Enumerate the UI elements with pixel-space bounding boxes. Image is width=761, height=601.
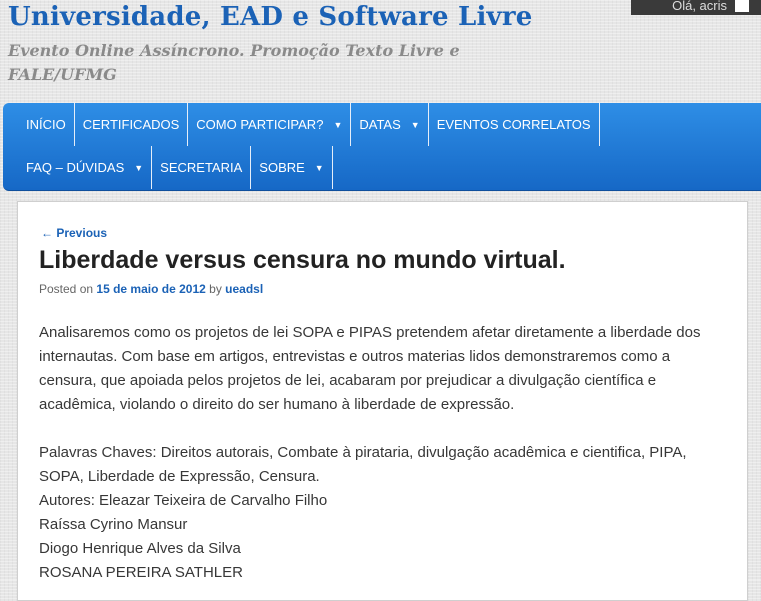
nav-item-label: CERTIFICADOS [82,117,180,132]
nav-item-faq[interactable]: FAQ – DÚVIDAS ▼ [18,146,153,189]
nav-item-label: DATAS [359,117,401,132]
avatar[interactable] [735,0,749,12]
nav-item-sobre[interactable]: SOBRE ▼ [251,146,333,189]
nav-item-label: INÍCIO [26,117,66,132]
nav-item-eventos-correlatos[interactable]: EVENTOS CORRELATOS [429,103,600,146]
nav-item-label: FAQ – DÚVIDAS [26,160,125,175]
post-author-name: Diogo Henrique Alves da Silva [39,540,241,557]
previous-post-link[interactable]: ← Previous [41,226,107,240]
nav-item-certificados[interactable]: CERTIFICADOS [75,103,189,146]
nav-item-label: SECRETARIA [160,160,243,175]
chevron-down-icon: ▼ [333,119,343,130]
post-title: Liberdade versus censura no mundo virtua… [39,246,566,274]
nav-item-inicio[interactable]: INÍCIO [18,103,75,146]
post-author-link[interactable]: ueadsl [225,282,263,296]
posted-on-label: Posted on [39,282,94,296]
main-navigation: INÍCIO CERTIFICADOS COMO PARTICIPAR? ▼ D… [3,103,761,191]
post-author-name: Raíssa Cyrino Mansur [39,516,188,533]
post-date-link[interactable]: 15 de maio de 2012 [96,282,205,296]
site-description: Evento Online Assíncrono. Promoção Texto… [8,41,460,84]
post-paragraph: Analisaremos como os projetos de lei SOP… [39,324,701,413]
post-keywords: Palavras Chaves: Direitos autorais, Comb… [39,444,687,485]
chevron-down-icon: ▼ [314,162,324,173]
nav-item-datas[interactable]: DATAS ▼ [351,103,429,146]
post-authors-label: Autores: Eleazar Teixeira de Carvalho Fi… [39,492,328,509]
post-meta: Posted on 15 de maio de 2012 by ueadsl [39,282,263,296]
admin-greeting[interactable]: Olá, acris [672,0,727,13]
site-title[interactable]: Universidade, EAD e Software Livre [8,2,533,32]
post-body: Analisaremos como os projetos de lei SOP… [39,321,729,585]
nav-row-1: INÍCIO CERTIFICADOS COMO PARTICIPAR? ▼ D… [18,103,600,146]
nav-item-label: COMO PARTICIPAR? [196,117,324,132]
chevron-down-icon: ▼ [410,119,420,130]
by-label: by [209,282,222,296]
chevron-down-icon: ▼ [134,162,144,173]
nav-row-2: FAQ – DÚVIDAS ▼ SECRETARIA SOBRE ▼ [18,146,333,189]
nav-item-secretaria[interactable]: SECRETARIA [152,146,252,189]
nav-item-como-participar[interactable]: COMO PARTICIPAR? ▼ [188,103,352,146]
post-author-name: ROSANA PEREIRA SATHLER [39,564,243,581]
admin-bar[interactable]: Olá, acris [631,0,761,15]
nav-item-label: EVENTOS CORRELATOS [436,117,591,132]
post-content-area: ← Previous Liberdade versus censura no m… [17,201,748,601]
nav-item-label: SOBRE [259,160,305,175]
